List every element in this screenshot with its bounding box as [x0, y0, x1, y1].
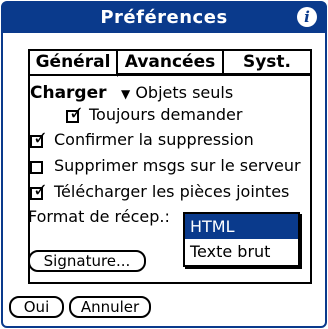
- preferences-dialog: Préférences i Général Avancées Syst. Cha…: [1, 1, 327, 328]
- format-label: Format de récep.:: [28, 207, 170, 226]
- checkmark-icon: ✓: [69, 103, 85, 124]
- dialog-title: Préférences: [100, 7, 228, 28]
- ok-button[interactable]: Oui: [9, 296, 64, 318]
- tab-general[interactable]: Général: [28, 49, 118, 77]
- cancel-button[interactable]: Annuler: [69, 296, 151, 318]
- charger-label: Charger: [30, 83, 107, 103]
- signature-button[interactable]: Signature...: [28, 250, 146, 272]
- telecharger-pj-checkbox[interactable]: ✓: [30, 180, 48, 201]
- supprimer-serveur-checkbox[interactable]: [30, 161, 43, 174]
- format-option-texte-brut[interactable]: Texte brut: [185, 239, 298, 264]
- confirmer-suppression-checkbox[interactable]: ✓: [30, 128, 48, 149]
- tab-syst[interactable]: Syst.: [222, 49, 312, 75]
- telecharger-pj-label: Télécharger les pièces jointes: [54, 182, 290, 201]
- checkmark-icon: ✓: [33, 180, 49, 201]
- checkmark-icon: ✓: [33, 128, 49, 149]
- tab-avancees[interactable]: Avancées: [116, 49, 224, 75]
- toujours-demander-checkbox[interactable]: ✓: [66, 103, 84, 124]
- supprimer-serveur-label: Supprimer msgs sur le serveur: [54, 156, 301, 175]
- toujours-demander-label: Toujours demander: [89, 105, 243, 124]
- chevron-down-icon: ▼: [121, 87, 131, 101]
- title-bar: Préférences i: [3, 3, 325, 33]
- confirmer-suppression-label: Confirmer la suppression: [54, 130, 254, 149]
- format-dropdown-list[interactable]: HTML Texte brut: [183, 212, 300, 267]
- charger-select[interactable]: ▼ Objets seuls: [121, 83, 233, 102]
- info-icon[interactable]: i: [297, 7, 317, 27]
- tab-bar: Général Avancées Syst.: [28, 49, 312, 77]
- format-option-html[interactable]: HTML: [185, 214, 298, 239]
- charger-value: Objets seuls: [135, 83, 234, 102]
